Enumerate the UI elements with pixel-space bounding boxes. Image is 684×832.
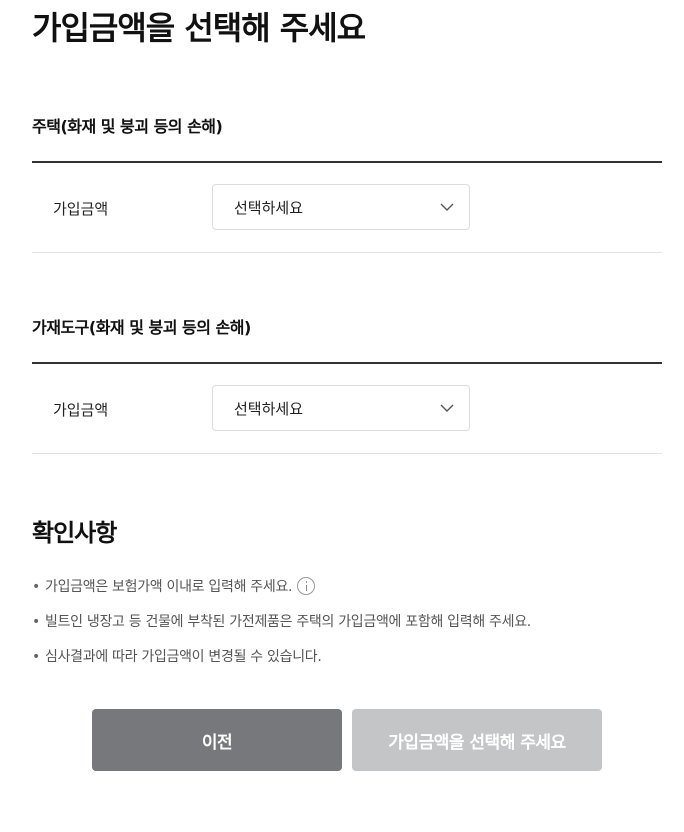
confirm-notes-list: • 가입금액은 보험가액 이내로 입력해 주세요. • 빌트인 냉장고 등 건물… [32, 576, 531, 681]
field-label-goods-amount: 가입금액 [53, 401, 109, 419]
chevron-down-icon [440, 203, 454, 211]
household-goods-amount-select-value: 선택하세요 [234, 400, 304, 418]
list-item: • 가입금액은 보험가액 이내로 입력해 주세요. [32, 576, 531, 611]
house-amount-select-value: 선택하세요 [234, 199, 304, 217]
section-divider-bottom [32, 252, 662, 253]
section-title-household-goods: 가재도구(화재 및 붕괴 등의 손해) [32, 318, 251, 337]
prev-button[interactable]: 이전 [92, 709, 342, 771]
section-divider-top [32, 161, 662, 163]
list-item: • 빌트인 냉장고 등 건물에 부착된 가전제품은 주택의 가입금액에 포함해 … [32, 611, 531, 646]
next-button[interactable]: 가입금액을 선택해 주세요 [352, 709, 602, 771]
bullet: • [32, 649, 40, 665]
page-title: 가입금액을 선택해 주세요 [32, 9, 366, 47]
house-amount-select[interactable]: 선택하세요 [212, 184, 470, 230]
household-goods-amount-select[interactable]: 선택하세요 [212, 385, 470, 431]
confirm-title: 확인사항 [32, 519, 117, 547]
bullet: • [32, 579, 40, 595]
info-icon[interactable] [297, 577, 316, 595]
section-divider-bottom [32, 453, 662, 454]
section-divider-top [32, 362, 662, 364]
note-text: 가입금액은 보험가액 이내로 입력해 주세요. [45, 579, 293, 595]
note-text: 빌트인 냉장고 등 건물에 부착된 가전제품은 주택의 가입금액에 포함해 입력… [45, 614, 531, 630]
field-label-house-amount: 가입금액 [53, 200, 109, 218]
section-title-house: 주택(화재 및 붕괴 등의 손해) [32, 117, 223, 136]
note-text: 심사결과에 따라 가입금액이 변경될 수 있습니다. [45, 649, 322, 665]
chevron-down-icon [440, 404, 454, 412]
list-item: • 심사결과에 따라 가입금액이 변경될 수 있습니다. [32, 646, 531, 681]
bullet: • [32, 614, 40, 630]
